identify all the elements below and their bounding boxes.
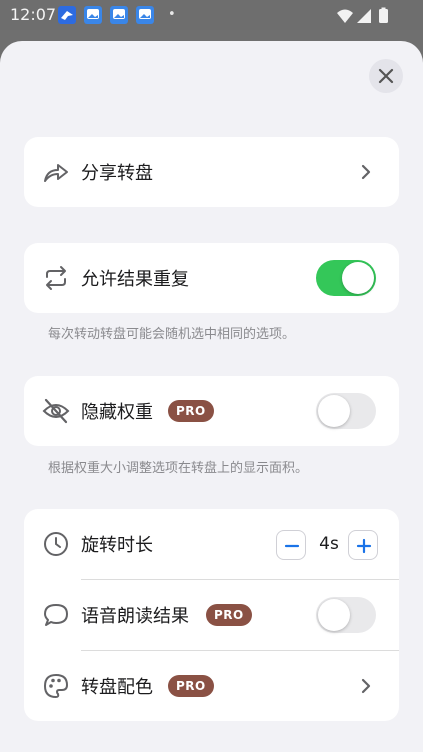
spin-duration-row: 旋转时长 4s — [24, 509, 399, 579]
allow-repeat-label: 允许结果重复 — [81, 269, 189, 290]
voice-result-toggle[interactable] — [316, 597, 376, 633]
photo-app-icon — [110, 6, 128, 24]
battery-icon — [379, 9, 388, 23]
increase-duration-button[interactable] — [348, 530, 378, 560]
toggle-knob — [318, 395, 350, 427]
share-card: 分享转盘 — [24, 137, 399, 207]
minus-icon — [284, 544, 300, 548]
hide-weight-row: 隐藏权重 PRO — [24, 376, 399, 446]
hide-weight-caption: 根据权重大小调整选项在转盘上的显示面积。 — [48, 461, 309, 476]
share-row[interactable]: 分享转盘 — [24, 137, 399, 207]
photo-app-icon — [136, 6, 154, 24]
allow-repeat-row: 允许结果重复 — [24, 243, 399, 313]
clock-icon — [44, 532, 68, 556]
status-time: 12:07 — [10, 5, 57, 24]
pro-badge: PRO — [168, 400, 214, 422]
chevron-right-icon — [361, 164, 371, 180]
share-icon — [44, 164, 68, 182]
spin-duration-value: 4s — [319, 534, 339, 554]
plus-icon — [356, 538, 372, 554]
notification-dot: • — [168, 7, 176, 22]
speech-bubble-icon — [44, 604, 68, 626]
toggle-knob — [318, 599, 350, 631]
wheel-colors-row[interactable]: 转盘配色 PRO — [24, 651, 399, 721]
eye-off-icon — [42, 398, 70, 424]
pro-badge: PRO — [206, 604, 252, 626]
allow-repeat-caption: 每次转动转盘可能会随机选中相同的选项。 — [48, 327, 296, 342]
wheel-colors-label: 转盘配色 — [81, 677, 153, 698]
voice-result-label: 语音朗读结果 — [81, 606, 189, 627]
palette-icon — [44, 674, 68, 698]
toggle-knob — [342, 262, 374, 294]
decrease-duration-button[interactable] — [276, 530, 306, 560]
status-bar: 12:07 • — [0, 0, 423, 30]
signal-icon — [357, 9, 371, 23]
hide-weight-toggle[interactable] — [316, 393, 376, 429]
wifi-icon — [337, 9, 353, 23]
chevron-right-icon — [361, 678, 371, 694]
repeat-icon — [46, 266, 66, 290]
hide-weight-card: 隐藏权重 PRO — [24, 376, 399, 446]
hide-weight-label: 隐藏权重 — [81, 402, 153, 423]
allow-repeat-card: 允许结果重复 — [24, 243, 399, 313]
close-button[interactable] — [369, 59, 403, 93]
photo-app-icon — [84, 6, 102, 24]
pro-badge: PRO — [168, 675, 214, 697]
close-icon — [378, 68, 394, 84]
share-label: 分享转盘 — [81, 163, 153, 184]
status-right-icons — [337, 7, 388, 23]
spin-duration-label: 旋转时长 — [81, 535, 153, 556]
voice-result-row: 语音朗读结果 PRO — [24, 580, 399, 650]
allow-repeat-toggle[interactable] — [316, 260, 376, 296]
playback-settings-card: 旋转时长 4s 语音朗读结果 PRO 转盘配色 PRO — [24, 509, 399, 721]
bird-app-icon — [58, 6, 76, 24]
